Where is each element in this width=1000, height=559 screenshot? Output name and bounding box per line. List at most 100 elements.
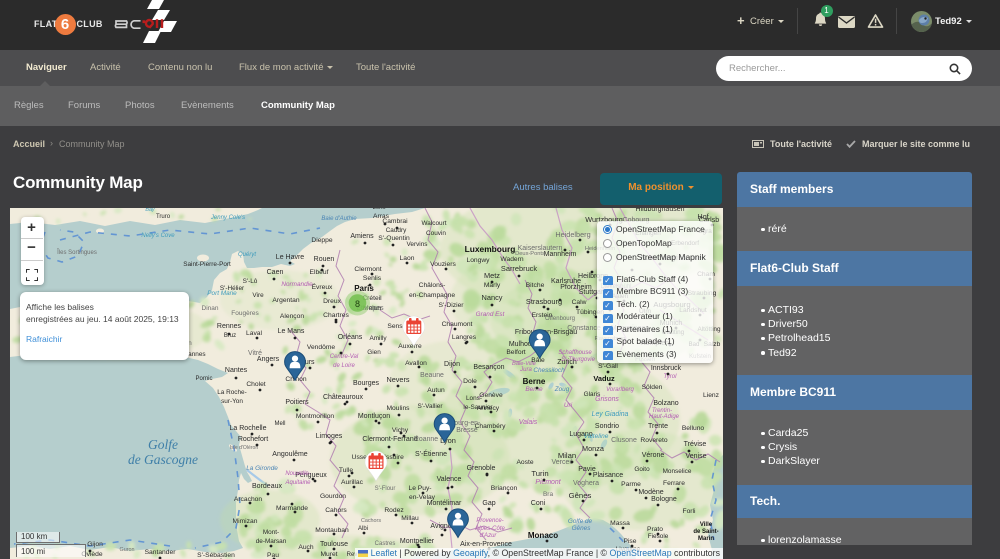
svg-text:Uri: Uri — [564, 402, 573, 409]
svg-text:Ferrare: Ferrare — [663, 480, 685, 487]
svg-text:Aquitaine: Aquitaine — [284, 480, 311, 486]
svg-text:Limoges: Limoges — [316, 433, 343, 440]
svg-text:Îles Sortingues: Îles Sortingues — [56, 249, 97, 256]
svg-text:Monselice: Monselice — [663, 468, 692, 475]
svg-text:Aix-en-Provence: Aix-en-Provence — [460, 541, 512, 548]
svg-text:Innsbruck: Innsbruck — [651, 365, 682, 372]
svg-text:Montauban: Montauban — [315, 527, 349, 534]
svg-text:8: 8 — [355, 299, 360, 309]
svg-text:Caen: Caen — [267, 269, 284, 276]
svg-text:Valteline: Valteline — [584, 433, 609, 440]
svg-text:Sölden: Sölden — [642, 384, 663, 391]
svg-text:Châlons-: Châlons- — [419, 282, 446, 289]
svg-text:Sens: Sens — [387, 323, 403, 330]
svg-text:Heidelberg: Heidelberg — [555, 230, 590, 239]
svg-text:Tyrol: Tyrol — [664, 374, 678, 380]
svg-text:Normandie: Normandie — [281, 281, 313, 288]
svg-text:Truro: Truro — [156, 214, 171, 220]
svg-text:Hof: Hof — [697, 212, 709, 221]
svg-text:Vire: Vire — [252, 292, 264, 299]
svg-text:Le Puy-: Le Puy- — [408, 485, 431, 492]
svg-text:La Gironde: La Gironde — [246, 465, 278, 472]
svg-text:Goito: Goito — [634, 466, 650, 473]
svg-text:Arcachon: Arcachon — [234, 496, 263, 503]
svg-text:Cholet: Cholet — [246, 381, 265, 388]
svg-text:La Rochelle: La Rochelle — [230, 425, 267, 432]
svg-text:Mimizan: Mimizan — [233, 518, 258, 525]
svg-text:Golfe de: Golfe de — [568, 518, 593, 525]
svg-text:Rennes: Rennes — [217, 323, 242, 330]
svg-text:Monaco: Monaco — [528, 531, 558, 540]
svg-text:Moulins: Moulins — [386, 405, 410, 412]
svg-text:Santander: Santander — [145, 549, 177, 556]
svg-text:Alençon: Alençon — [280, 313, 304, 320]
svg-text:Gijon: Gijon — [87, 541, 103, 548]
svg-text:Rodez: Rodez — [384, 507, 404, 514]
svg-text:Jura: Jura — [519, 367, 532, 373]
svg-text:Pise: Pise — [623, 538, 636, 545]
svg-text:Valais: Valais — [519, 419, 538, 426]
svg-text:sur-Yon: sur-Yon — [221, 398, 243, 405]
svg-text:Kaiserslautern: Kaiserslautern — [518, 245, 563, 252]
svg-text:Lens: Lens — [372, 208, 385, 211]
svg-text:Le Havre: Le Havre — [276, 254, 305, 261]
svg-text:Dole: Dole — [463, 378, 477, 385]
svg-text:Angers: Angers — [257, 356, 280, 363]
svg-text:Vaduz: Vaduz — [593, 374, 615, 383]
svg-text:Cachors: Cachors — [361, 518, 381, 524]
svg-text:La Roche-: La Roche- — [217, 389, 247, 396]
svg-text:Belfort: Belfort — [506, 349, 525, 356]
svg-text:S'-Sébastien: S'-Sébastien — [197, 552, 235, 559]
svg-text:Chartres: Chartres — [323, 312, 349, 319]
svg-text:Bra: Bra — [543, 491, 554, 498]
svg-text:S'-Vallier: S'-Vallier — [418, 403, 444, 410]
svg-text:Guron: Guron — [120, 547, 135, 553]
svg-text:S'-Quentin: S'-Quentin — [378, 235, 410, 242]
svg-text:Rouen: Rouen — [314, 256, 335, 263]
svg-text:Dijon: Dijon — [444, 361, 460, 368]
svg-text:Le Mans: Le Mans — [278, 328, 305, 335]
svg-text:Vorarlberg: Vorarlberg — [606, 387, 634, 393]
svg-text:Schaffhouse: Schaffhouse — [558, 350, 592, 356]
svg-text:Auch: Auch — [298, 544, 314, 551]
svg-text:Bologne: Bologne — [651, 496, 677, 503]
svg-text:Bâle: Bâle — [531, 357, 545, 364]
svg-text:Bolzano: Bolzano — [653, 400, 678, 407]
svg-text:Bourges: Bourges — [353, 380, 380, 387]
svg-text:Provence-: Provence- — [476, 518, 503, 524]
svg-text:Grisons: Grisons — [595, 396, 619, 403]
svg-text:Quéryt: Quéryt — [238, 252, 256, 258]
svg-text:S'-Gall: S'-Gall — [598, 363, 618, 370]
svg-text:Metz: Metz — [484, 271, 500, 280]
svg-text:Montmorillon: Montmorillon — [296, 413, 335, 420]
svg-text:Massa: Massa — [610, 520, 630, 527]
svg-text:Gênes: Gênes — [572, 525, 592, 532]
svg-text:Marmande: Marmande — [276, 505, 308, 512]
svg-text:Mannheim: Mannheim — [544, 251, 577, 258]
svg-text:Marin: Marin — [698, 536, 714, 542]
svg-text:en-Velay: en-Velay — [409, 494, 436, 501]
svg-text:Calw: Calw — [572, 299, 587, 306]
svg-text:Argentan: Argentan — [272, 297, 299, 304]
svg-text:Forli: Forli — [682, 508, 696, 515]
svg-text:Sondrio: Sondrio — [595, 423, 619, 430]
svg-text:Montélimar: Montélimar — [427, 500, 462, 507]
svg-text:en-Champagne: en-Champagne — [409, 292, 455, 299]
svg-text:Berne: Berne — [523, 377, 546, 386]
svg-text:Roanne: Roanne — [414, 436, 438, 443]
svg-text:de Loire: de Loire — [333, 363, 355, 369]
svg-text:Gourdon: Gourdon — [320, 493, 346, 500]
svg-text:Besançon: Besançon — [473, 364, 504, 371]
svg-text:Isle d'Oléron: Isle d'Oléron — [230, 445, 259, 451]
svg-text:Lienz: Lienz — [703, 392, 720, 399]
svg-text:Fougères: Fougères — [231, 310, 259, 317]
svg-text:Piémont: Piémont — [535, 479, 561, 486]
svg-text:Cahors: Cahors — [325, 507, 347, 514]
svg-text:de Saint-: de Saint- — [693, 529, 718, 535]
svg-text:Baie d'Authie: Baie d'Authie — [321, 216, 357, 222]
svg-text:Bordeaux: Bordeaux — [252, 483, 282, 490]
svg-text:Mont-: Mont- — [263, 529, 279, 536]
svg-text:Bitche: Bitche — [526, 282, 545, 289]
svg-text:Zoug: Zoug — [554, 386, 570, 393]
svg-text:Vouziers: Vouziers — [430, 261, 456, 268]
